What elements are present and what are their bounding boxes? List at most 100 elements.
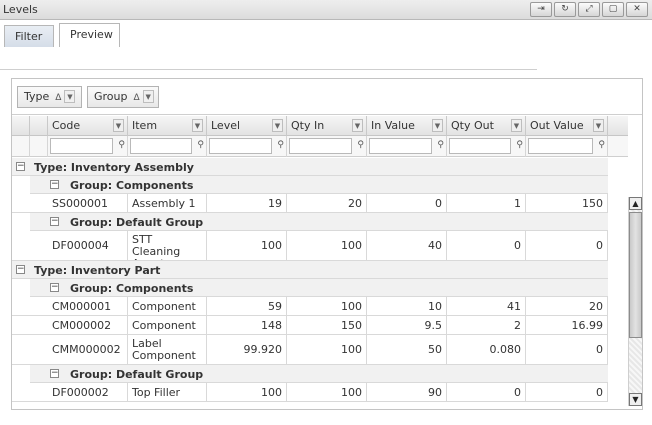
- column-header-label: Code: [52, 119, 81, 132]
- filter-icon[interactable]: ⚲: [357, 140, 364, 150]
- table-row[interactable]: CMM000002 Label Component 99.920 100 50 0.080…: [12, 335, 608, 365]
- filter-icon[interactable]: ⚲: [437, 140, 444, 150]
- cell-in-value: 40: [367, 231, 447, 260]
- column-header-label: Level: [211, 119, 241, 132]
- filter-cell-out-value: ⚲: [526, 136, 608, 157]
- group-row[interactable]: − Group: Default Group: [30, 365, 608, 383]
- cell-level: 99.920: [207, 335, 287, 364]
- group-row[interactable]: − Group: Default Group: [30, 213, 608, 231]
- cell-out-value: 0: [526, 335, 608, 364]
- column-header-qty-in[interactable]: Qty In ▼: [287, 116, 367, 136]
- table-row[interactable]: CM000002Component 21481509.5216.99: [12, 316, 608, 335]
- tab-filter[interactable]: Filter: [4, 25, 54, 47]
- group-row[interactable]: − Group: Components: [30, 176, 608, 194]
- scroll-down-icon[interactable]: ▼: [629, 393, 642, 406]
- chevron-down-icon[interactable]: ▼: [192, 119, 203, 132]
- cell-item: Label Component: [128, 335, 207, 364]
- cell-qty-out: 41: [447, 297, 526, 315]
- column-header-qty-out[interactable]: Qty Out ▼: [447, 116, 526, 136]
- sort-ascending-icon: Δ: [55, 93, 62, 103]
- column-header-level[interactable]: Level ▼: [207, 116, 287, 136]
- refresh-icon[interactable]: ↻: [554, 2, 576, 17]
- column-header-label: Out Value: [530, 119, 584, 132]
- cell-level: 148: [207, 316, 287, 334]
- table-row[interactable]: SS000001 Assembly 1 19 20 0 1 150: [12, 194, 608, 213]
- cell-code: DF000004: [48, 231, 128, 260]
- cell-code: CMM000002: [48, 335, 128, 364]
- chevron-down-icon[interactable]: ▼: [593, 119, 604, 132]
- tab-preview-label: Preview: [70, 28, 113, 41]
- tab-filter-label: Filter: [15, 30, 43, 43]
- filter-icon[interactable]: ⚲: [598, 140, 605, 150]
- cell-out-value: 16.99: [526, 316, 608, 334]
- filter-icon[interactable]: ⚲: [516, 140, 523, 150]
- chevron-down-icon[interactable]: ▼: [511, 119, 522, 132]
- filter-spacer: [12, 136, 30, 157]
- filter-input-qty-out[interactable]: [449, 138, 511, 154]
- cell-qty-out: 0: [447, 231, 526, 260]
- preview-panel: Type Δ ▼ Group Δ ▼ Code ▼ Item ▼ Level ▼ Qty In ▼ In…: [11, 78, 643, 410]
- chevron-down-icon[interactable]: ▼: [113, 119, 124, 132]
- cell-in-value: 10: [367, 297, 447, 315]
- column-header-label: In Value: [371, 119, 415, 132]
- filter-cell-level: ⚲: [207, 136, 287, 157]
- filter-icon[interactable]: ⚲: [118, 140, 125, 150]
- chevron-down-icon[interactable]: ▼: [142, 90, 154, 103]
- cell-qty-in: 100: [287, 297, 367, 315]
- window-titlebar: Levels ⇥ ↻ ⤢ ▢ ✕: [0, 0, 652, 20]
- filter-input-item[interactable]: [130, 138, 192, 154]
- group-label: Group: Default Group: [70, 216, 204, 229]
- filter-input-level[interactable]: [209, 138, 272, 154]
- collapse-icon[interactable]: −: [16, 265, 25, 274]
- column-header-out-value[interactable]: Out Value ▼: [526, 116, 608, 136]
- filter-input-code[interactable]: [50, 138, 113, 154]
- pin-icon[interactable]: ⇥: [530, 2, 552, 17]
- group-chip-group[interactable]: Group Δ ▼: [87, 86, 159, 108]
- filter-input-in-value[interactable]: [369, 138, 432, 154]
- chevron-down-icon[interactable]: ▼: [64, 90, 76, 103]
- collapse-icon[interactable]: −: [50, 217, 59, 226]
- vertical-scrollbar[interactable]: ▲ ▼: [628, 197, 642, 406]
- cell-qty-out: 0.080: [447, 335, 526, 364]
- cell-item: Component 1: [128, 297, 207, 315]
- type-group-row[interactable]: − Type: Inventory Assembly: [12, 158, 608, 176]
- tab-strip: Filter Preview: [0, 20, 652, 48]
- scroll-up-icon[interactable]: ▲: [629, 197, 642, 210]
- cell-item: STT Cleaning Agent: [128, 231, 207, 260]
- column-header-in-value[interactable]: In Value ▼: [367, 116, 447, 136]
- cell-qty-in: 150: [287, 316, 367, 334]
- close-icon[interactable]: ✕: [626, 2, 648, 17]
- collapse-icon[interactable]: −: [50, 283, 59, 292]
- column-header-label: Qty Out: [451, 119, 494, 132]
- cell-out-value: 150: [526, 194, 608, 212]
- table-row[interactable]: CM000001Component 159100104120: [12, 297, 608, 316]
- cell-level: 59: [207, 297, 287, 315]
- cell-qty-in: 100: [287, 383, 367, 401]
- column-header-code[interactable]: Code ▼: [48, 116, 128, 136]
- cell-level: 100: [207, 231, 287, 260]
- type-group-row[interactable]: − Type: Inventory Part: [12, 261, 608, 279]
- group-chip-type[interactable]: Type Δ ▼: [17, 86, 82, 108]
- filter-input-qty-in[interactable]: [289, 138, 352, 154]
- collapse-icon[interactable]: −: [50, 369, 59, 378]
- scroll-thumb[interactable]: [629, 212, 642, 338]
- table-row[interactable]: DF000002 Top Filler 100 100 90 0 0: [12, 383, 608, 402]
- header-spacer: [30, 116, 48, 136]
- restore-icon[interactable]: ⤢: [578, 2, 600, 17]
- collapse-icon[interactable]: −: [16, 162, 25, 171]
- chevron-down-icon[interactable]: ▼: [352, 119, 363, 132]
- collapse-icon[interactable]: −: [50, 180, 59, 189]
- chevron-down-icon[interactable]: ▼: [432, 119, 443, 132]
- filter-input-out-value[interactable]: [528, 138, 593, 154]
- cell-out-value: 20: [526, 297, 608, 315]
- tab-preview[interactable]: Preview: [59, 23, 120, 47]
- maximize-icon[interactable]: ▢: [602, 2, 624, 17]
- chevron-down-icon[interactable]: ▼: [272, 119, 283, 132]
- group-row[interactable]: − Group: Components: [30, 279, 608, 297]
- column-header-item[interactable]: Item ▼: [128, 116, 207, 136]
- filter-icon[interactable]: ⚲: [277, 140, 284, 150]
- filter-cell-qty-in: ⚲: [287, 136, 367, 157]
- table-row[interactable]: DF000004STT Cleaning Agent1001004000: [12, 231, 608, 261]
- filter-icon[interactable]: ⚲: [197, 140, 204, 150]
- sort-ascending-icon: Δ: [133, 93, 140, 103]
